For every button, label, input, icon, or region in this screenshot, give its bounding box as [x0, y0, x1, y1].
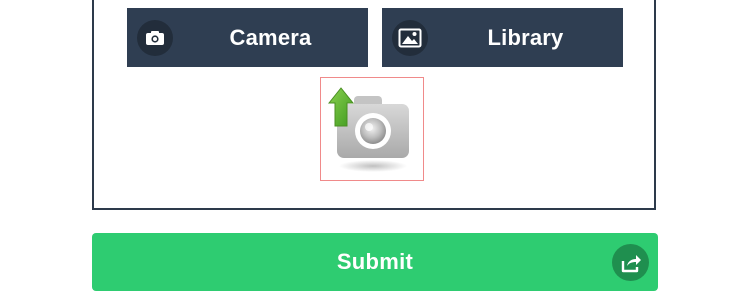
share-icon: [612, 244, 649, 281]
camera-upload-icon: [327, 86, 419, 181]
camera-icon: [137, 20, 173, 56]
library-button-label: Library: [487, 24, 564, 50]
submit-button-label: Submit: [336, 249, 414, 274]
library-button[interactable]: Library: [382, 8, 623, 67]
photo-upload-form: Camera Library Submit: [0, 0, 750, 300]
image-icon: [392, 20, 428, 56]
photo-upload-slot[interactable]: [320, 77, 424, 181]
camera-button-label: Camera: [229, 24, 312, 50]
submit-button[interactable]: Submit: [92, 233, 658, 291]
camera-button[interactable]: Camera: [127, 8, 368, 67]
